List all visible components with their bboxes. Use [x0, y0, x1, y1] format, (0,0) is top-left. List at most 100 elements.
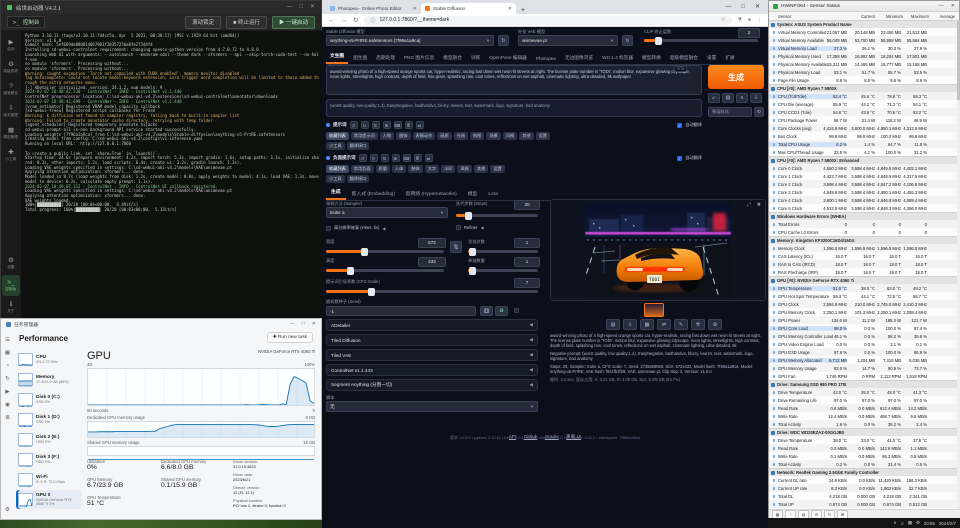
- paio-positive-translate-checkbox[interactable]: ✓: [677, 123, 682, 128]
- paio-negative-tool-4[interactable]: ⌨: [403, 154, 411, 162]
- tab-超级模型融合[interactable]: 超级模型融合: [666, 53, 702, 64]
- open-folder-button[interactable]: ▤: [606, 319, 620, 330]
- paio-positive-chip2[interactable]: 小工具: [326, 142, 345, 150]
- paio-negative-chip-favorites[interactable]: 收藏列表: [326, 165, 349, 173]
- minimize-icon[interactable]: —: [290, 318, 295, 331]
- column-header-Sensor[interactable]: Sensor: [778, 14, 791, 19]
- sensor-row[interactable]: CPU Cache L0 Errors0000: [769, 228, 957, 236]
- tab-Photopea[interactable]: Photopea: [532, 54, 560, 64]
- sensor-row[interactable]: CPU Package Power58.7 W21.4 W118.2 W46.9…: [769, 116, 957, 124]
- sidebar-item-GPU 0[interactable]: GPU 0NVIDIA GeForce RTX 4060 Ti 2%: [16, 490, 82, 509]
- paio-positive-tool-2[interactable]: ⇅: [372, 121, 380, 129]
- clip-skip-value[interactable]: 2: [738, 28, 760, 38]
- tab-设置[interactable]: 设置: [703, 53, 720, 64]
- sensor-row[interactable]: GPU Clock2,594.9 MHz210.0 MHz2,745.0 MHz…: [769, 300, 957, 308]
- extranet-tab-模型[interactable]: 模型: [463, 188, 483, 200]
- sensor-row[interactable]: Total Errors0000: [769, 220, 957, 228]
- extra-seed-checkbox[interactable]: [514, 308, 519, 313]
- width-value[interactable]: 672: [418, 238, 446, 248]
- tab-图生图[interactable]: 图生图: [349, 53, 371, 64]
- tray-icon-2[interactable]: ▦: [908, 520, 912, 526]
- close-icon[interactable]: ✖: [757, 202, 761, 208]
- refiner-checkbox[interactable]: [456, 225, 461, 230]
- paio-negative-chip2[interactable]: 小工具: [326, 175, 345, 183]
- send-to-img2img-button[interactable]: ⇄: [657, 319, 671, 330]
- sensor-row[interactable]: Core 2 Clock3,598.4 MHz3,598.4 MHz4,847.…: [769, 180, 957, 188]
- paio-positive-tool-5[interactable]: ≣: [405, 121, 413, 129]
- sensor-row[interactable]: Core 1 Clock4,423.7 MHz3,598.4 MHz4,848.…: [769, 172, 957, 180]
- sensor-row[interactable]: Drive Temperature38.0 °C33.0 °C41.0 °C37…: [769, 436, 957, 444]
- save-style-button[interactable]: ⇩: [750, 93, 762, 103]
- paio-positive-chip[interactable]: 常用提示词: [351, 132, 378, 140]
- tray-icon-3[interactable]: ⚙: [916, 520, 920, 526]
- sidebar-item-高级选项[interactable]: ⚙高级选项: [2, 57, 20, 78]
- accordion-ADetailer[interactable]: ADetailer◀: [326, 319, 538, 331]
- paio-positive-chip[interactable]: 其他: [519, 132, 533, 140]
- batch-size-value[interactable]: 1: [514, 257, 540, 267]
- sensor-row[interactable]: Max CPU/Thread Usage23.5 %4.1 %100.0 %31…: [769, 148, 957, 156]
- sensor-row[interactable]: Physical Memory Available15,311 MB14,465…: [769, 60, 957, 68]
- taskman-rail-icon-4[interactable]: ▶: [5, 389, 9, 395]
- sensor-row[interactable]: Total DL4.218 GB0.000 GB4.218 GB2.341 GB: [769, 492, 957, 500]
- hwinfo-titlebar[interactable]: HWiNFO64 - Sensor Status — ✕: [769, 1, 959, 12]
- vae-refresh-button[interactable]: ↻: [622, 35, 633, 46]
- tab-模型融合[interactable]: 模型融合: [439, 53, 466, 64]
- sensor-row[interactable]: Virtual Memory Load27.3 %26.1 %30.3 %27.…: [769, 44, 957, 52]
- sensor-row[interactable]: Physical Memory Used17,358 MB16,892 MB18…: [769, 52, 957, 60]
- sensor-group-Memory: Kingston KF3200C16D4/16GX[interactable]: Memory: Kingston KF3200C16D4/16GX: [769, 236, 957, 244]
- console-tab[interactable]: >_ 控制台: [7, 16, 45, 28]
- close-icon[interactable]: ✕: [755, 1, 760, 14]
- sensor-row[interactable]: GPU Core Load98.0 %0.0 %100.0 %87.4 %: [769, 324, 957, 332]
- sensor-row[interactable]: RAS Precharge (tRP)18.0 T18.0 T18.0 T18.…: [769, 268, 957, 276]
- paio-positive-chip2[interactable]: 翻译接口: [347, 142, 370, 150]
- sensor-group-Windows Hardware Errors (WHEA)[interactable]: Windows Hardware Errors (WHEA): [769, 212, 957, 220]
- reuse-seed-button[interactable]: ♻: [708, 319, 722, 330]
- paio-positive-tool-0[interactable]: ↺: [350, 121, 358, 129]
- sensor-group-CPU [#0]: AMD Ryzen 7 5800X: Enhanced[interactable]: CPU [#0]: AMD Ryzen 7 5800X: Enhanced: [769, 156, 957, 164]
- taskman-titlebar[interactable]: 任务管理器 — □ ✕: [1, 319, 321, 329]
- tab-扩展[interactable]: 扩展: [721, 53, 738, 64]
- minimize-icon[interactable]: —: [725, 1, 731, 14]
- sensor-row[interactable]: Virtual Memory Commited21,057 MB20,148 M…: [769, 28, 957, 36]
- extra-networks-button[interactable]: ▤: [722, 93, 734, 103]
- sensor-row[interactable]: Core 4 Clock3,600.1 MHz3,598.4 MHz4,846.…: [769, 196, 957, 204]
- sidebar-item-Memory[interactable]: Memory17.4/31.9 GB (55%): [16, 370, 82, 389]
- sensor-row[interactable]: GPU Temperature51.0 °C38.0 °C63.0 °C49.2…: [769, 284, 957, 292]
- paio-positive-chip[interactable]: 设置: [536, 132, 550, 140]
- accordion-ControlNet v1.1.443[interactable]: ControlNet v1.1.443◀: [326, 364, 538, 376]
- tab-OpenPose 编辑器[interactable]: OpenPose 编辑器: [485, 53, 531, 64]
- paio-negative-chip[interactable]: 常用负面: [351, 165, 374, 173]
- height-value[interactable]: 432: [418, 257, 446, 267]
- paio-negative-chip[interactable]: 其他: [474, 165, 488, 173]
- sensor-row[interactable]: Memory Clock1,596.8 MHz1,596.8 MHz1,596.…: [769, 244, 957, 252]
- accordion-Tiled Diffusion[interactable]: Tiled Diffusion◀: [326, 334, 538, 346]
- extranet-tab-Lora[interactable]: Lora: [483, 190, 503, 200]
- batch-size-slider[interactable]: [468, 269, 538, 272]
- sensor-row[interactable]: Bus Clock99.8 MHz99.8 MHz100.0 MHz99.9 M…: [769, 132, 957, 140]
- tab-WD 1.4 标签器[interactable]: WD 1.4 标签器: [598, 53, 637, 64]
- paio-positive-tool-4[interactable]: ⌨: [394, 121, 402, 129]
- paio-negative-tool-5[interactable]: ≣: [414, 154, 422, 162]
- sensor-group-GPU [#0]: NVIDIA GeForce RTX 4060 Ti[interactable]: GPU [#0]: NVIDIA GeForce RTX 4060 Ti: [769, 276, 957, 284]
- paio-negative-translate-checkbox[interactable]: ✓: [677, 156, 682, 161]
- run-new-task-button[interactable]: ✚ Run new task: [267, 332, 313, 343]
- paio-positive-tool-1[interactable]: ↻: [361, 121, 369, 129]
- sensor-row[interactable]: Core 5 Clock4,512.8 MHz3,598.4 MHz4,848.…: [769, 204, 957, 212]
- minimize-icon[interactable]: —: [286, 1, 292, 14]
- sensor-row[interactable]: Drive Temperature42.0 °C35.0 °C48.0 °C41…: [769, 388, 957, 396]
- sensor-row[interactable]: Core 3 Clock4,849.6 MHz3,598.4 MHz4,850.…: [769, 188, 957, 196]
- sidebar-item-小工具[interactable]: ✚小工具: [2, 145, 20, 166]
- sensor-row[interactable]: GPU Fan1,746 RPM0 RPM2,113 RPM1,518 RPM: [769, 372, 957, 380]
- taskman-rail-icon-3[interactable]: ↻: [5, 376, 10, 382]
- sensor-row[interactable]: CPU (Tctl/Tdie)62.4 °C45.6 °C78.9 °C58.3…: [769, 92, 957, 100]
- sensor-group-CPU [#0]: AMD Ryzen 7 5800X[interactable]: CPU [#0]: AMD Ryzen 7 5800X: [769, 84, 957, 92]
- sensor-row[interactable]: RAS to CAS (tRCD)18.0 T18.0 T18.0 T18.0 …: [769, 260, 957, 268]
- bookmark-star-icon[interactable]: ☆: [721, 17, 725, 23]
- sensor-row[interactable]: CPU Die (average)55.9 °C44.2 °C71.3 °C54…: [769, 100, 957, 108]
- paio-negative-chip[interactable]: 肢体: [408, 165, 422, 173]
- paio-positive-chip[interactable]: 构图: [470, 132, 484, 140]
- back-icon[interactable]: ←: [328, 17, 335, 24]
- sensor-row[interactable]: Current DL rate24.6 KB/s0.0 KB/s11,420 K…: [769, 476, 957, 484]
- sensor-row[interactable]: GPU Memory Clock2,250.1 MHz101.3 MHz2,25…: [769, 308, 957, 316]
- new-tab-button[interactable]: +: [521, 7, 525, 14]
